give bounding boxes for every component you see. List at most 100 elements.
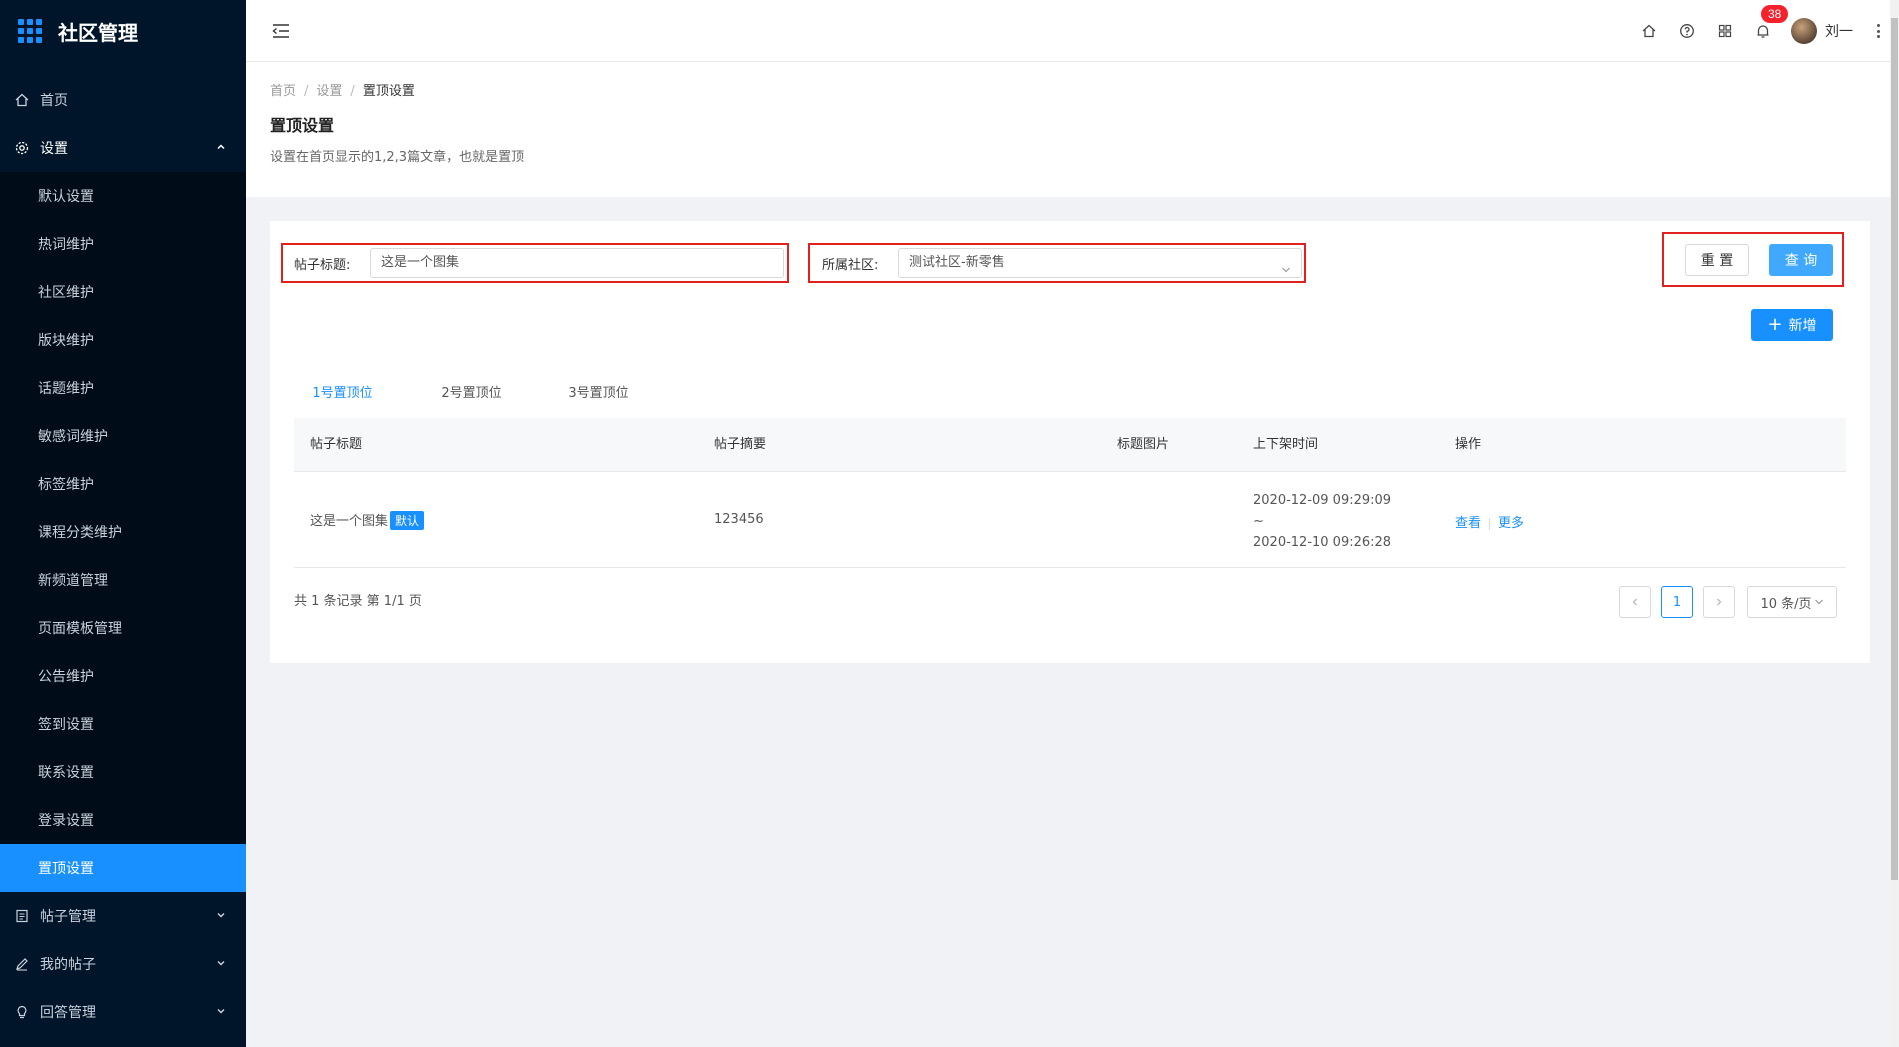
avatar[interactable] — [1791, 18, 1817, 44]
pagination-summary: 共 1 条记录 第 1/1 页 — [294, 594, 422, 609]
tab-pin-position-2[interactable]: 2号置顶位 — [423, 368, 520, 420]
apps-grid-logo-icon — [18, 19, 42, 43]
pin-position-tabs: 1号置顶位 2号置顶位 3号置顶位 — [294, 368, 1846, 421]
chevron-left-icon — [1632, 598, 1637, 606]
sidebar-item-posts[interactable]: 帖子管理 — [0, 892, 246, 940]
sidebar-subitem-announcements[interactable]: 公告维护 — [0, 652, 246, 700]
header-actions: 38 刘一 — [1621, 0, 1881, 62]
sidebar-item-label: 我的帖子 — [40, 957, 96, 973]
sidebar-item-label: 帖子管理 — [40, 909, 96, 925]
sidebar-subitem-sections[interactable]: 版块维护 — [0, 316, 246, 364]
sidebar-subitem-default-settings[interactable]: 默认设置 — [0, 172, 246, 220]
row-summary: 123456 — [714, 512, 764, 527]
column-header-image: 标题图片 — [1117, 437, 1170, 452]
content-card: 帖子标题: 这是一个图集 所属社区: 测试社区-新零售 重 置 查 询 + 新增… — [270, 221, 1870, 663]
app-title: 社区管理 — [58, 20, 138, 45]
column-header-actions: 操作 — [1455, 437, 1482, 452]
page-title: 置顶设置 — [270, 116, 335, 135]
page-scrollbar[interactable] — [1890, 0, 1899, 1047]
page-number-current[interactable]: 1 — [1661, 586, 1693, 618]
menu-fold-icon[interactable] — [270, 20, 292, 42]
page-description: 设置在首页显示的1,2,3篇文章，也就是置顶 — [270, 150, 525, 165]
logo: 社区管理 — [0, 0, 246, 62]
column-header-time: 上下架时间 — [1253, 437, 1319, 452]
scrollbar-thumb[interactable] — [1891, 18, 1898, 880]
row-title-cell: 这是一个图集 默认 — [310, 510, 425, 530]
sidebar-subitem-topics[interactable]: 话题维护 — [0, 364, 246, 412]
page-header: 首页 / 设置 / 置顶设置 置顶设置 设置在首页显示的1,2,3篇文章，也就是置顶 — [246, 62, 1890, 197]
sidebar-item-home[interactable]: 首页 — [0, 76, 246, 124]
sidebar-item-answers[interactable]: 回答管理 — [0, 988, 246, 1036]
community-select-value: 测试社区-新零售 — [909, 255, 1005, 270]
community-filter-label: 所属社区: — [822, 258, 879, 273]
tab-pin-position-3[interactable]: 3号置顶位 — [550, 368, 647, 420]
sidebar-subitem-tags[interactable]: 标签维护 — [0, 460, 246, 508]
chevron-down-icon — [1281, 258, 1291, 273]
page-size-value: 10 条/页 — [1760, 596, 1812, 612]
column-header-summary: 帖子摘要 — [714, 437, 767, 452]
home-icon — [14, 92, 30, 108]
gear-icon — [14, 140, 30, 156]
sidebar-item-label: 首页 — [40, 93, 68, 109]
bulb-icon — [14, 1004, 30, 1020]
pinned-posts-table: 帖子标题 帖子摘要 标题图片 上下架时间 操作 这是一个图集 默认 123456 … — [294, 418, 1846, 568]
breadcrumb-home[interactable]: 首页 — [270, 84, 296, 99]
chevron-down-icon — [214, 908, 228, 922]
sidebar-subitem-channels[interactable]: 新频道管理 — [0, 556, 246, 604]
sidebar-subitem-contact[interactable]: 联系设置 — [0, 748, 246, 796]
action-divider — [1489, 517, 1491, 530]
query-button[interactable]: 查 询 — [1769, 244, 1833, 276]
plus-icon: + — [1767, 314, 1783, 335]
sidebar-subitem-page-templates[interactable]: 页面模板管理 — [0, 604, 246, 652]
username[interactable]: 刘一 — [1825, 21, 1853, 41]
sidebar-subitem-course-categories[interactable]: 课程分类维护 — [0, 508, 246, 556]
add-button[interactable]: + 新增 — [1751, 309, 1833, 341]
sidebar-item-settings[interactable]: 设置 — [0, 124, 246, 172]
row-time-end: 2020-12-10 09:26:28 — [1253, 535, 1392, 550]
sidebar-subitem-community[interactable]: 社区维护 — [0, 268, 246, 316]
sidebar-subitem-login[interactable]: 登录设置 — [0, 796, 246, 844]
top-header: 38 刘一 — [246, 0, 1899, 62]
chevron-down-icon — [1814, 599, 1823, 605]
column-header-title: 帖子标题 — [310, 437, 363, 452]
next-page-button[interactable] — [1703, 586, 1735, 618]
chevron-down-icon — [214, 1004, 228, 1018]
bell-icon[interactable]: 38 — [1753, 5, 1789, 41]
notification-badge: 38 — [1761, 5, 1789, 23]
page-size-select[interactable]: 10 条/页 — [1747, 586, 1837, 618]
table-row: 这是一个图集 默认 123456 2020-12-09 09:29:09 ~ 20… — [294, 472, 1846, 568]
apps-icon[interactable] — [1715, 21, 1735, 41]
view-link[interactable]: 查看 — [1455, 516, 1481, 531]
sidebar: 社区管理 首页 设置 默认设置 热词维护 社区维护 版块维护 话题维护 敏感词维… — [0, 0, 246, 1047]
chevron-down-icon — [214, 956, 228, 970]
reset-button[interactable]: 重 置 — [1685, 244, 1749, 276]
default-tag: 默认 — [390, 511, 425, 530]
title-filter-label: 帖子标题: — [294, 258, 351, 273]
row-time-cell: 2020-12-09 09:29:09 ~ 2020-12-10 09:26:2… — [1253, 490, 1391, 553]
breadcrumb-separator: / — [304, 84, 309, 99]
document-icon — [14, 908, 30, 924]
add-button-label: 新增 — [1788, 318, 1817, 334]
breadcrumb-separator: / — [350, 84, 355, 99]
chevron-up-icon — [214, 140, 228, 154]
settings-submenu: 默认设置 热词维护 社区维护 版块维护 话题维护 敏感词维护 标签维护 课程分类… — [0, 172, 246, 892]
row-actions: 查看 更多 — [1455, 512, 1524, 531]
more-link[interactable]: 更多 — [1498, 516, 1524, 531]
tab-pin-position-1[interactable]: 1号置顶位 — [294, 368, 391, 420]
sidebar-subitem-pin-settings[interactable]: 置顶设置 — [0, 844, 246, 892]
prev-page-button[interactable] — [1619, 586, 1651, 618]
table-header: 帖子标题 帖子摘要 标题图片 上下架时间 操作 — [294, 418, 1846, 472]
question-icon[interactable] — [1677, 21, 1697, 41]
sidebar-subitem-sensitive-words[interactable]: 敏感词维护 — [0, 412, 246, 460]
edit-icon — [14, 956, 30, 972]
community-select[interactable]: 测试社区-新零售 — [898, 248, 1302, 278]
breadcrumb: 首页 / 设置 / 置顶设置 — [270, 80, 415, 99]
breadcrumb-settings[interactable]: 设置 — [316, 84, 342, 99]
sidebar-subitem-checkin[interactable]: 签到设置 — [0, 700, 246, 748]
more-vertical-icon[interactable] — [1875, 21, 1881, 41]
sidebar-subitem-hotwords[interactable]: 热词维护 — [0, 220, 246, 268]
home-icon[interactable] — [1639, 21, 1659, 41]
row-time-start: 2020-12-09 09:29:09 — [1253, 493, 1392, 508]
sidebar-item-my-posts[interactable]: 我的帖子 — [0, 940, 246, 988]
title-filter-input[interactable]: 这是一个图集 — [370, 248, 784, 278]
